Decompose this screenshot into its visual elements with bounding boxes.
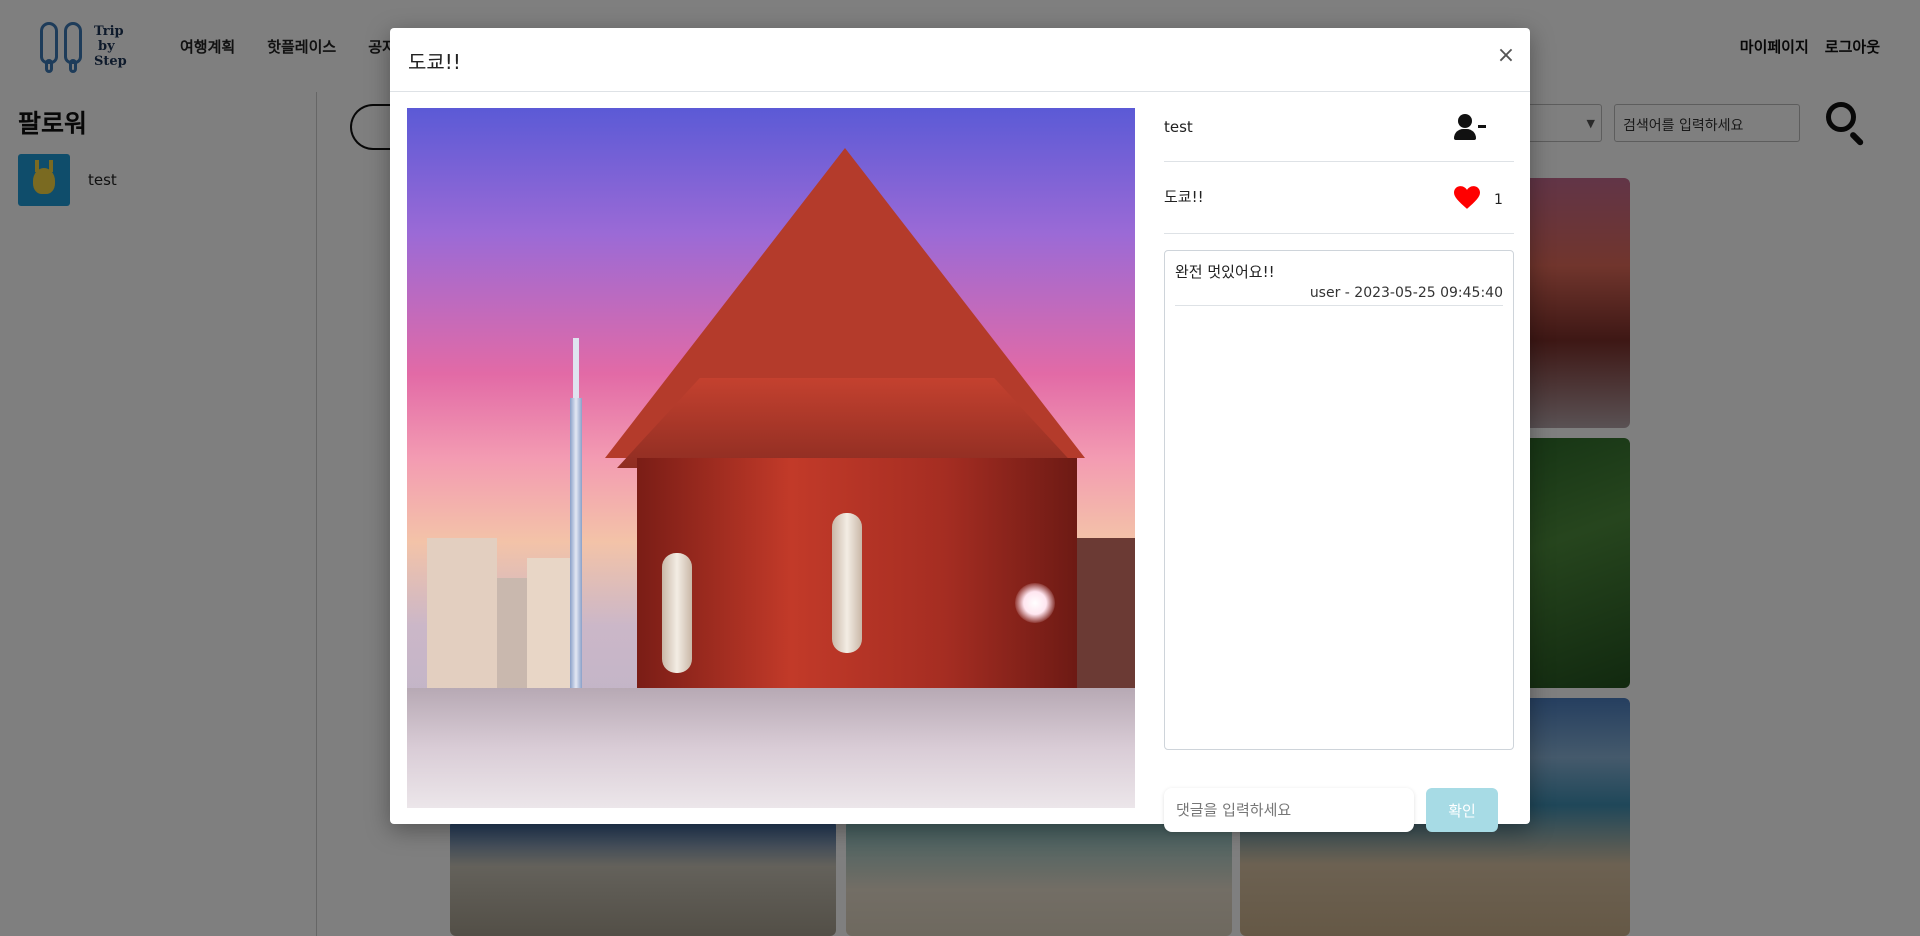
post-info-panel: test 도쿄!! 1 완전 멋있어요!! user - 2023-05-25 … (1164, 108, 1514, 832)
close-icon[interactable]: × (1494, 44, 1518, 68)
author-name[interactable]: test (1164, 118, 1193, 136)
post-title: 도쿄!! (1164, 188, 1204, 206)
modal-title: 도쿄!! (408, 50, 461, 74)
modal-header: 도쿄!! × (390, 28, 1530, 92)
list-item: 완전 멋있어요!! user - 2023-05-25 09:45:40 (1175, 261, 1503, 306)
post-title-row: 도쿄!! 1 (1164, 162, 1514, 234)
heart-icon[interactable] (1454, 186, 1480, 210)
comment-meta: user - 2023-05-25 09:45:40 (1309, 285, 1503, 301)
comment-text: 완전 멋있어요!! (1175, 263, 1275, 281)
unfollow-user-icon[interactable] (1454, 114, 1488, 144)
comment-list: 완전 멋있어요!! user - 2023-05-25 09:45:40 (1164, 250, 1514, 750)
comment-input[interactable] (1164, 788, 1414, 832)
post-detail-modal: 도쿄!! × test 도쿄!! 1 완전 멋있어요!! user - 2023… (390, 28, 1530, 832)
like-count: 1 (1494, 192, 1503, 208)
submit-comment-button[interactable]: 확인 (1426, 788, 1498, 832)
post-photo (407, 108, 1135, 808)
author-row: test (1164, 108, 1514, 162)
